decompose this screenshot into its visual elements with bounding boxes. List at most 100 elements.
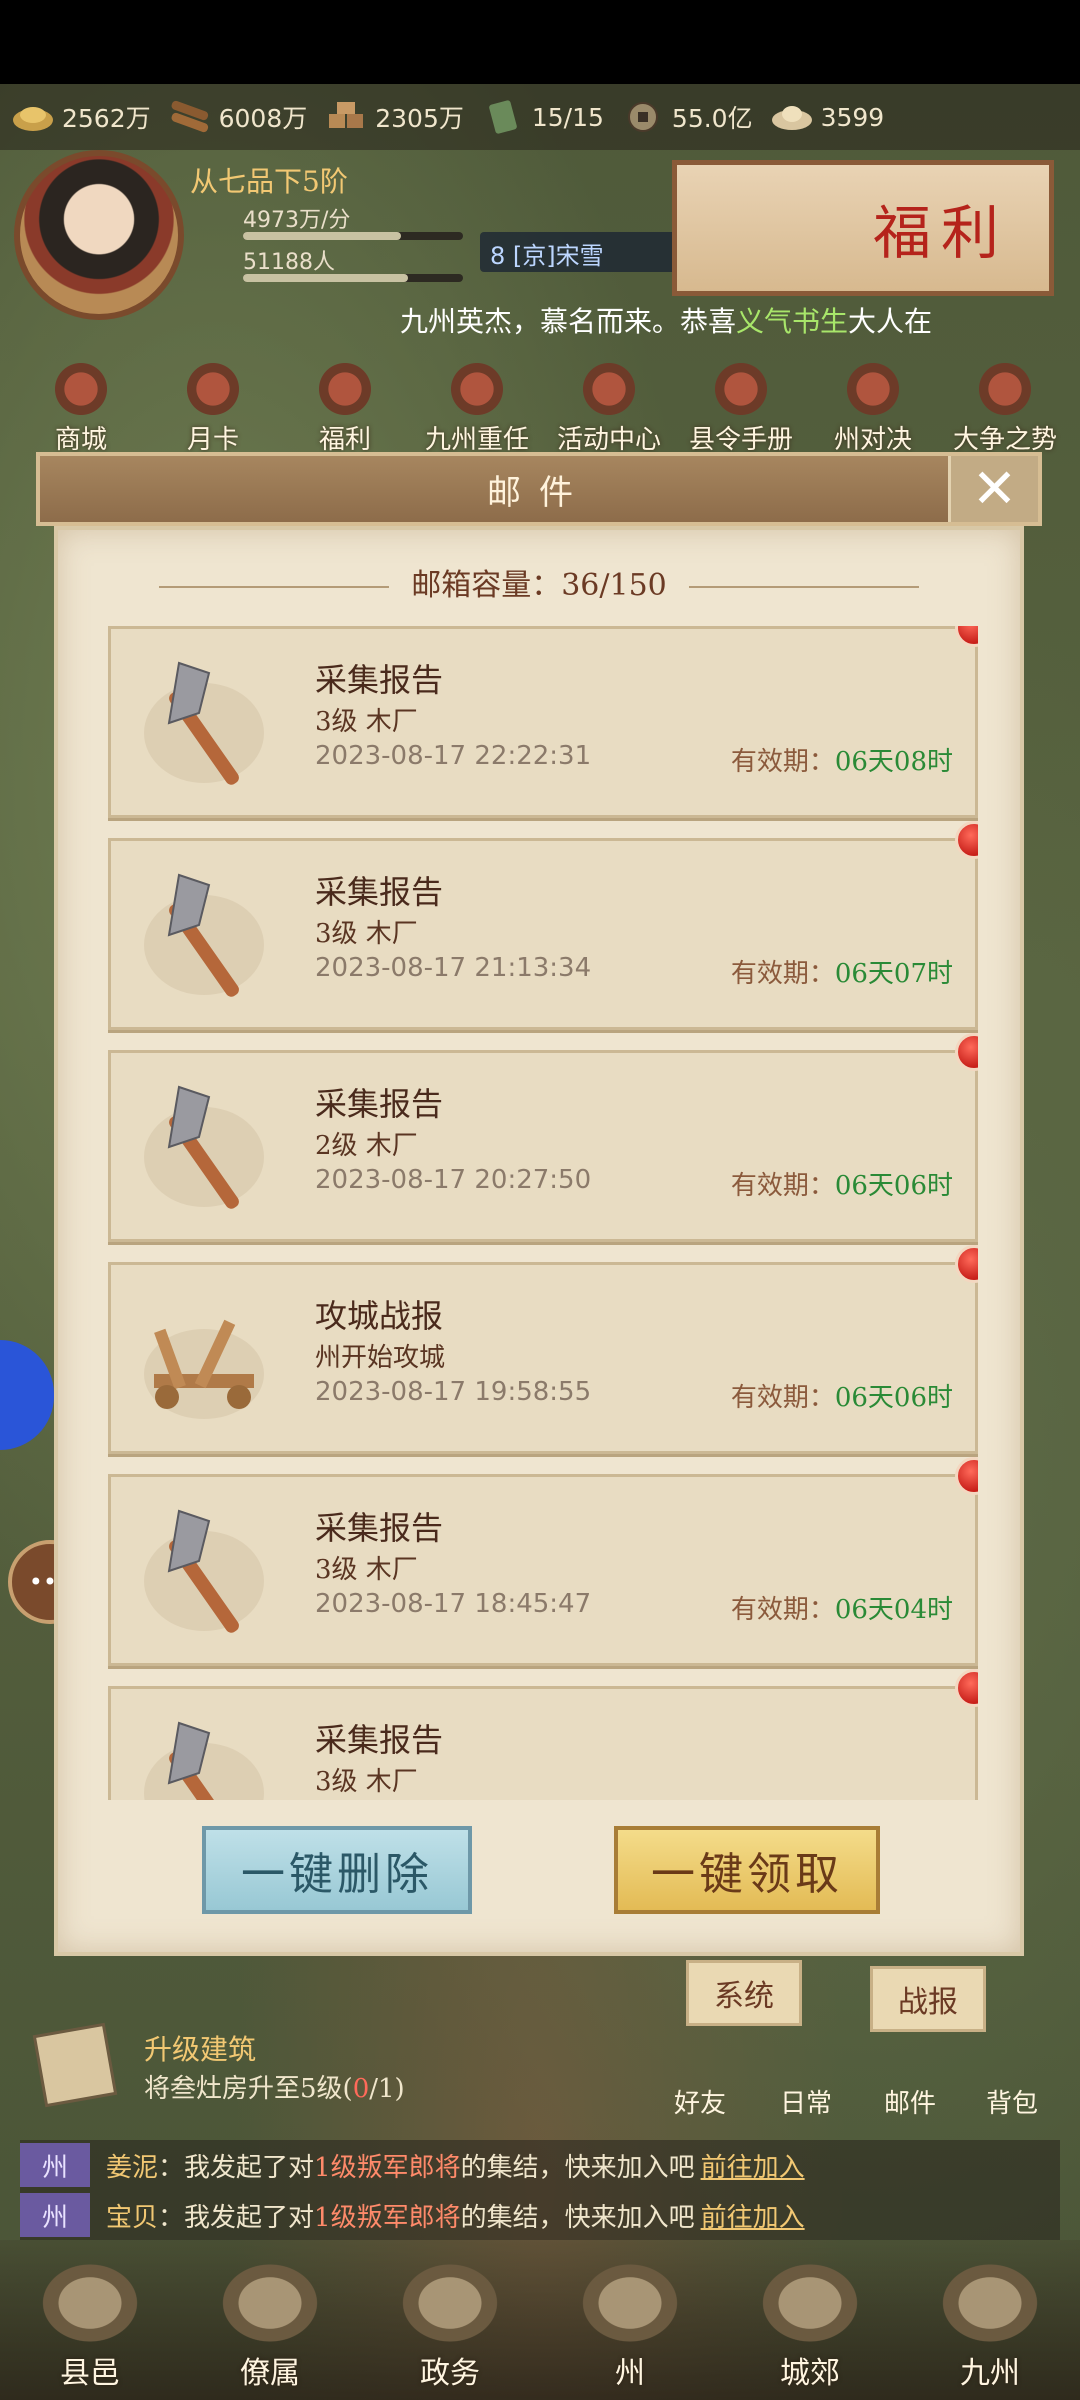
mail-item[interactable]: 采集报告 3级 木厂 2023-08-17 18:45:47 有效期：06天04时	[108, 1457, 978, 1666]
ingot-currency-icon	[767, 98, 817, 136]
claim-all-button[interactable]: 一键领取	[614, 1826, 880, 1914]
unread-dot	[955, 1669, 978, 1707]
mail-timestamp: 2023-08-17 21:13:34	[315, 953, 592, 983]
mail-item[interactable]: 采集报告 3级 木厂 2023-08-17 22:22:31 有效期：06天08时	[108, 626, 978, 818]
mail-item[interactable]: 采集报告 3级 木厂 2023-08-17 21:13:34 有效期：06天07时	[108, 821, 978, 1030]
join-link[interactable]: 前往加入	[701, 2147, 805, 2184]
quick-bag[interactable]: 背包	[962, 2030, 1062, 2120]
shortcut-welfare[interactable]: 福利	[284, 356, 406, 456]
order-token-icon	[478, 98, 528, 136]
shortcut-contest[interactable]: 大争之势	[944, 356, 1066, 456]
nav-county[interactable]: 县邑	[15, 2252, 165, 2392]
axe-icon	[139, 1077, 269, 1217]
county-icon	[35, 2258, 145, 2348]
mail-timestamp: 2023-08-17 19:58:55	[315, 1377, 592, 1407]
copper-coin-icon	[618, 98, 668, 136]
quick-daily[interactable]: 日常	[756, 2030, 856, 2120]
resource-gold[interactable]: 2562万	[8, 98, 151, 136]
mail-dialog-title: 邮件	[487, 472, 591, 513]
channel-tag: 州	[20, 2193, 90, 2237]
mail-subtitle: 2级 木厂	[315, 1131, 418, 1161]
shop-icon	[45, 359, 117, 419]
axe-icon	[139, 1501, 269, 1641]
mail-expiry: 有效期：06天07时	[730, 959, 953, 989]
mail-title: 攻城战报	[315, 1297, 444, 1335]
nav-jiuzhou[interactable]: 九州	[915, 2252, 1065, 2392]
mail-subtitle: 3级 木厂	[315, 1767, 418, 1797]
resource-stone[interactable]: 2305万	[321, 98, 464, 136]
quick-mail[interactable]: 邮件	[860, 2030, 960, 2120]
shortcut-monthly-card[interactable]: 月卡	[152, 356, 274, 456]
nav-officials[interactable]: 僚属	[195, 2252, 345, 2392]
resource-ingots[interactable]: 3599	[767, 98, 884, 136]
affairs-icon	[395, 2258, 505, 2348]
jiuzhou-icon	[935, 2258, 1045, 2348]
shortcut-shop[interactable]: 商城	[20, 356, 142, 456]
mail-subtitle: 3级 木厂	[315, 707, 418, 737]
income-progress-fill	[243, 232, 402, 240]
close-button[interactable]: ✕	[948, 456, 1038, 522]
quick-friends[interactable]: 好友	[650, 2030, 750, 2120]
mail-title: 采集报告	[315, 873, 444, 911]
tab-battle-reports[interactable]: 战报	[870, 1966, 986, 2032]
mail-timestamp: 2023-08-17 22:22:31	[315, 741, 592, 771]
nav-suburbs[interactable]: 城郊	[735, 2252, 885, 2392]
shortcut-events[interactable]: 活动中心	[548, 356, 670, 456]
delete-all-button[interactable]: 一键删除	[202, 1826, 472, 1914]
player-avatar[interactable]	[14, 150, 184, 320]
tab-system[interactable]: 系统	[686, 1960, 802, 2026]
scroll-icon	[32, 2022, 118, 2108]
shortcut-handbook[interactable]: 县令手册	[680, 356, 802, 456]
stone-blocks-icon	[321, 98, 371, 136]
mail-title: 采集报告	[315, 1721, 444, 1759]
events-icon	[573, 359, 645, 419]
player-rank: 从七品下5阶	[190, 165, 348, 198]
mail-dialog-header: 邮件 ✕	[36, 452, 1042, 526]
task-title: 升级建筑	[144, 2033, 257, 2066]
shortcut-missions[interactable]: 九州重任	[416, 356, 538, 456]
officials-icon	[215, 2258, 325, 2348]
unread-dot	[955, 821, 978, 859]
shortcut-row: 商城 月卡 福利 九州重任 活动中心 县令手册 州对决 大争之势	[20, 356, 1080, 456]
nav-state[interactable]: 州	[555, 2252, 705, 2392]
close-icon: ✕	[971, 457, 1018, 520]
mail-expiry: 有效期：06天08时	[730, 747, 953, 777]
mail-expiry: 有效期：06天06时	[730, 1383, 953, 1413]
unread-dot	[955, 1457, 978, 1495]
state-icon	[575, 2258, 685, 2348]
mail-subtitle: 3级 木厂	[315, 919, 418, 949]
population-count: 51188人	[243, 250, 335, 275]
resource-wood[interactable]: 6008万	[165, 98, 307, 136]
income-rate: 4973万/分	[243, 208, 351, 233]
mail-subtitle: 3级 木厂	[315, 1555, 418, 1585]
channel-tag[interactable]: 8 [京]宋雪	[480, 232, 680, 272]
join-link[interactable]: 前往加入	[701, 2197, 805, 2234]
population-progress-bar	[243, 274, 463, 282]
axe-icon	[139, 653, 269, 793]
mail-dialog: 邮箱容量：36/150 采集报告 3级 木厂 2023-08-17 22:22:31…	[54, 526, 1024, 1956]
shortcut-duel[interactable]: 州对决	[812, 356, 934, 456]
missions-icon	[441, 359, 513, 419]
mail-subtitle: 州开始攻城	[315, 1343, 446, 1373]
resource-coins[interactable]: 55.0亿	[618, 98, 753, 136]
mail-list[interactable]: 采集报告 3级 木厂 2023-08-17 22:22:31 有效期：06天08时采集…	[108, 626, 978, 1800]
mail-timestamp: 2023-08-17 18:45:47	[315, 1589, 592, 1619]
unread-dot	[955, 1245, 978, 1283]
income-progress-bar	[243, 232, 463, 240]
axe-icon	[139, 1713, 269, 1800]
handbook-icon	[705, 359, 777, 419]
wood-logs-icon	[165, 98, 215, 136]
nav-affairs[interactable]: 政务	[375, 2252, 525, 2392]
resource-orders[interactable]: 15/15	[478, 98, 604, 136]
current-task[interactable]: 升级建筑 将叁灶房升至5级(0/1)	[24, 2010, 604, 2120]
contest-icon	[969, 359, 1041, 419]
mail-item[interactable]: 攻城战报州开始攻城 2023-08-17 19:58:55 有效期：06天06时	[108, 1245, 978, 1454]
suburbs-icon	[755, 2258, 865, 2348]
monthly-card-icon	[177, 359, 249, 419]
mail-item[interactable]: 采集报告 3级 木厂	[108, 1669, 978, 1800]
mail-item[interactable]: 采集报告 2级 木厂 2023-08-17 20:27:50 有效期：06天06时	[108, 1033, 978, 1242]
task-description: 将叁灶房升至5级(0/1)	[144, 2074, 405, 2104]
status-bar	[0, 0, 1080, 84]
welfare-banner[interactable]: 福利	[672, 160, 1054, 296]
resource-bar: 2562万 6008万 2305万 15/15 55.0亿 3599	[0, 84, 1080, 150]
